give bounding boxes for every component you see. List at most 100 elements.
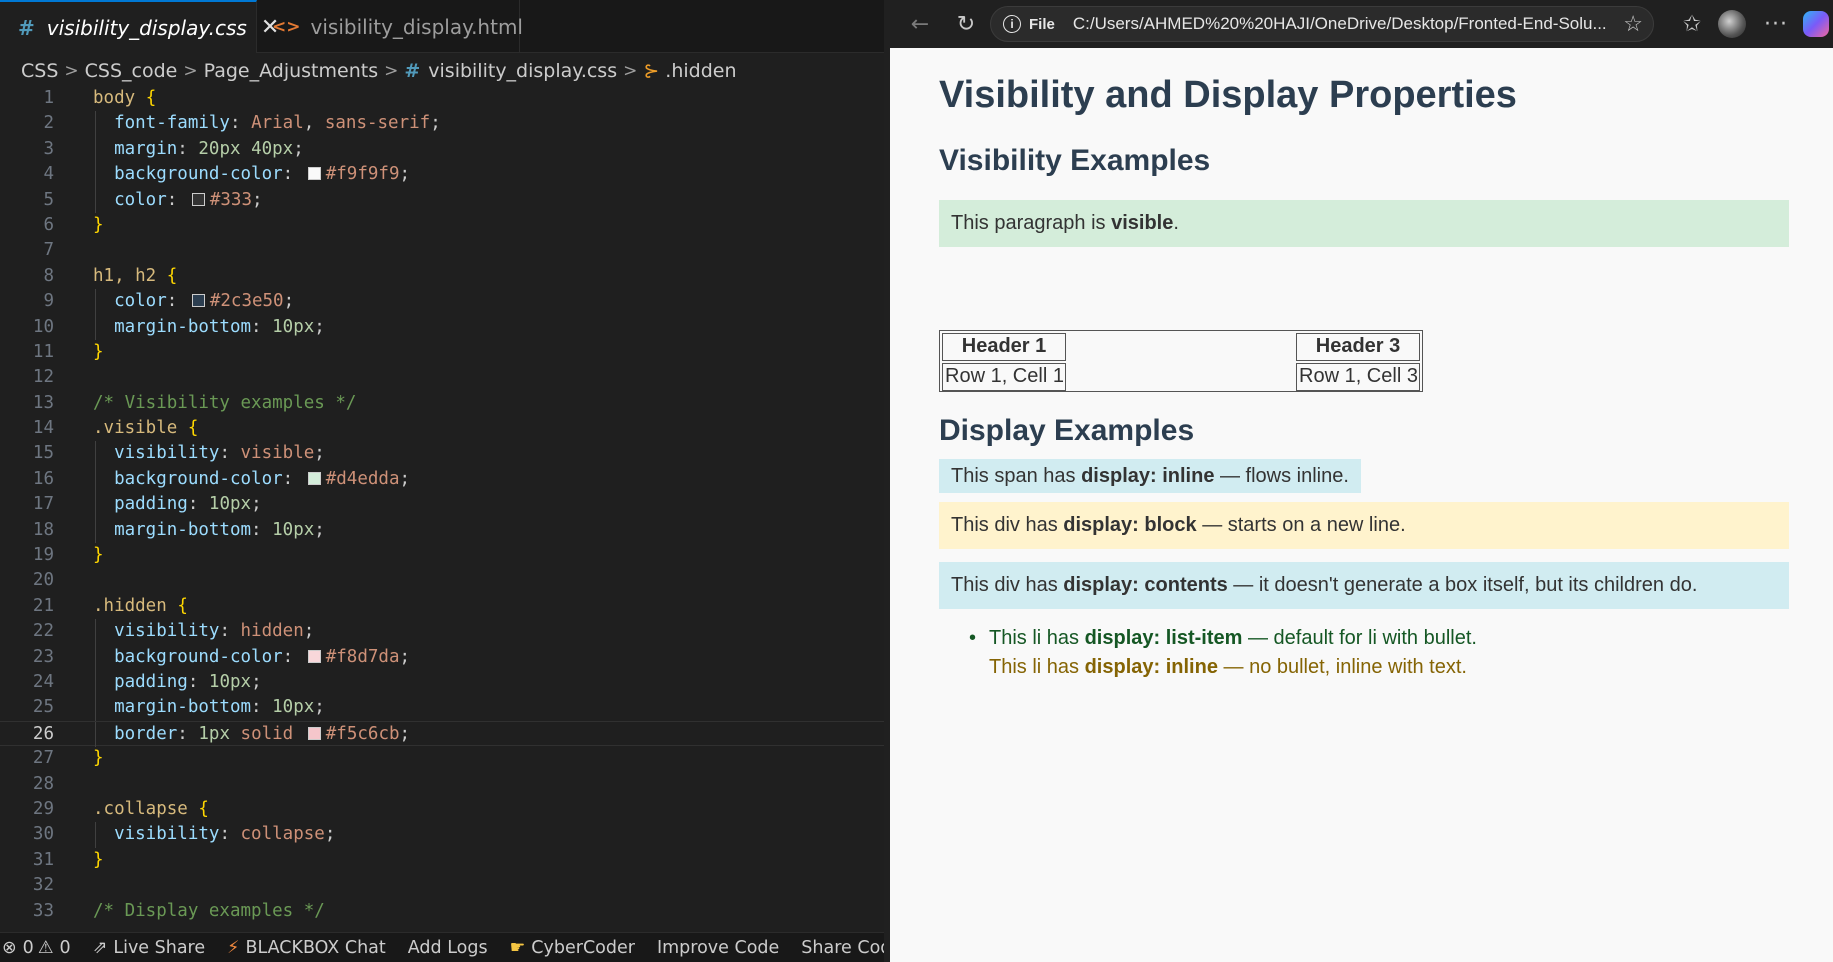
code-line[interactable]: 17 padding: 10px; [0,492,884,518]
line-number: 26 [32,723,54,744]
line-number: 20 [32,570,54,591]
code-line[interactable]: 7 [0,238,884,263]
color-swatch[interactable] [307,471,321,485]
code-text: } [93,214,104,235]
code-line[interactable]: 14 .visible { [0,416,884,441]
code-line[interactable]: 25 margin-bottom: 10px; [0,695,884,721]
breadcrumb-item[interactable]: visibility_display.css [428,60,617,82]
cybercoder-button[interactable]: ☛ CyberCoder [510,938,635,958]
table-header-1: Header 1 [942,333,1066,361]
line-number: 32 [32,875,54,896]
code-line[interactable]: 19} [0,543,884,568]
code-line[interactable]: 30 visibility: collapse; [0,822,884,848]
code-line[interactable]: 13 /* Visibility examples */ [0,391,884,416]
code-line[interactable]: 23 background-color: #f8d7da; [0,644,884,670]
tab-visibility-display-css[interactable]: # visibility_display.css ✕ [0,0,279,53]
code-line[interactable]: 21 .hidden { [0,594,884,619]
code-line[interactable]: 20 [0,568,884,593]
code-line[interactable]: 33 /* Display examples */ [0,899,884,924]
line-number: 11 [32,341,54,362]
code-line[interactable]: 26 border: 1px solid #f5c6cb; [0,720,884,748]
code-line[interactable]: 1 body { [0,86,884,111]
address-scheme-label: File [1029,15,1055,33]
code-line[interactable]: 5 color: #333; [0,187,884,213]
line-number: 17 [32,494,54,515]
line-number: 14 [32,418,54,439]
code-line[interactable]: 8 h1, h2 { [0,264,884,289]
live-share-button[interactable]: ⇗ Live Share [93,938,205,958]
code-line[interactable]: 31} [0,848,884,873]
chevron-right-icon: > [64,61,79,81]
code-line[interactable]: 18 margin-bottom: 10px; [0,517,884,544]
code-text: padding: 10px; [114,671,262,692]
line-number: 6 [43,214,54,235]
pane-divider[interactable] [884,0,890,962]
text: — default for li with bullet. [1242,627,1477,649]
code-line[interactable]: 15 visibility: visible; [0,441,884,467]
error-icon: ⊗ [2,937,17,958]
page-viewport: Visibility and Display Properties Visibi… [890,48,1833,962]
code-line[interactable]: 32 [0,873,884,898]
text: This div has [951,574,1064,596]
breadcrumb-item[interactable]: .hidden [665,60,736,82]
tab-label: visibility_display.html [310,14,524,39]
back-arrow-icon[interactable]: ← [904,8,936,40]
code-area[interactable]: 1 body {2 font-family: Arial, sans-serif;… [0,86,884,924]
code-text: } [93,545,104,566]
breadcrumb-item[interactable]: Page_Adjustments [204,60,378,82]
text: This li has [989,656,1085,678]
code-line[interactable]: 29 .collapse { [0,797,884,822]
code-line[interactable]: 22 visibility: hidden; [0,619,884,645]
code-line[interactable]: 4 background-color: #f9f9f9; [0,162,884,188]
line-number: 23 [32,646,54,667]
code-text: color: #333; [114,189,263,210]
code-line[interactable]: 28 [0,772,884,797]
share-code-link-button[interactable]: Share Code Link [801,938,884,958]
code-line[interactable]: 11} [0,340,884,365]
code-text: } [93,341,104,362]
code-line[interactable]: 9 color: #2c3e50; [0,289,884,315]
color-swatch[interactable] [191,192,205,206]
visible-paragraph: This paragraph is visible. [939,200,1789,247]
code-line[interactable]: 24 padding: 10px; [0,669,884,696]
address-bar[interactable]: i File C:/Users/AHMED%20%20HAJI/OneDrive… [990,6,1654,42]
color-swatch[interactable] [191,294,205,308]
list: • This li has display: list-item — defau… [969,624,1477,682]
code-line[interactable]: 10 margin-bottom: 10px; [0,314,884,340]
blackbox-chat-button[interactable]: ⚡ BLACKBOX Chat [227,938,386,958]
improve-code-button[interactable]: Improve Code [657,938,779,958]
star-icon[interactable]: ☆ [1623,11,1643,37]
text: This span has [951,465,1082,487]
line-number: 7 [43,240,54,261]
code-line[interactable]: 27} [0,746,884,771]
reload-icon[interactable]: ↻ [950,8,982,40]
profile-avatar[interactable] [1716,8,1748,40]
tab-visibility-display-html[interactable]: <> visibility_display.html [258,0,523,53]
breadcrumb-item[interactable]: CSS_code [85,60,178,82]
add-logs-button[interactable]: Add Logs [408,938,488,958]
code-line[interactable]: 6} [0,213,884,238]
color-swatch[interactable] [307,649,321,663]
chevron-right-icon: > [183,61,198,81]
breadcrumb-item[interactable]: CSS [21,60,58,82]
info-icon[interactable]: i [1003,15,1021,33]
problems-indicator[interactable]: ⊗ 0 ⚠ 0 [2,938,71,958]
code-editor[interactable]: # visibility_display.css ✕ <> visibility… [0,0,884,962]
color-swatch[interactable] [307,726,321,740]
line-number: 10 [32,316,54,337]
code-line[interactable]: 3 margin: 20px 40px; [0,136,884,163]
line-number: 18 [32,519,54,540]
color-swatch[interactable] [307,167,321,181]
symbol-class-icon: ⊱ [643,60,660,82]
chevron-right-icon: > [384,61,399,81]
code-line[interactable]: 16 background-color: #d4edda; [0,466,884,493]
line-number: 16 [32,468,54,489]
line-number: 29 [32,798,54,819]
line-number: 30 [32,824,54,845]
more-options-icon[interactable]: ··· [1760,8,1792,40]
code-line[interactable]: 12 [0,365,884,390]
favorites-icon[interactable]: ✩ [1676,8,1708,40]
code-line[interactable]: 2 font-family: Arial, sans-serif; [0,111,884,137]
copilot-icon[interactable] [1800,8,1832,40]
url-text[interactable]: C:/Users/AHMED%20%20HAJI/OneDrive/Deskto… [1073,14,1613,34]
